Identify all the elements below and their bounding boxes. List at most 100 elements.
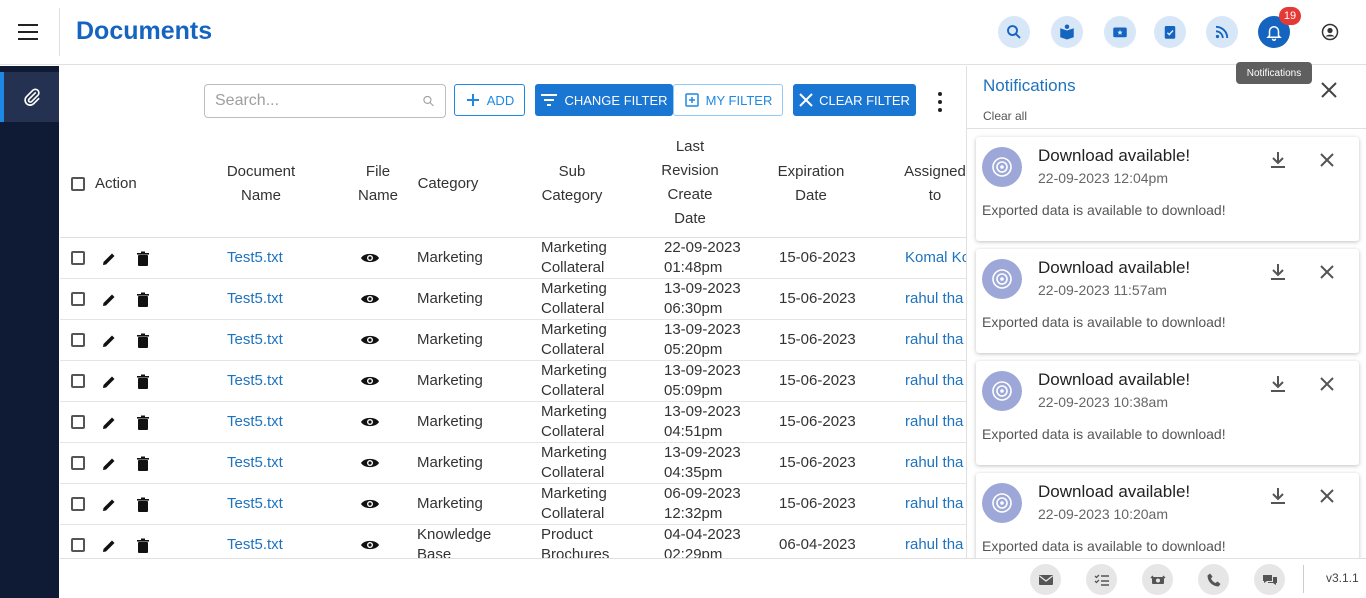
row-document-name[interactable]: Test5.txt: [227, 372, 283, 389]
row-last-revision-date: 13-09-2023 04:35pm: [664, 444, 741, 481]
header-last-revision-date[interactable]: Last Revision Create Date: [650, 135, 730, 231]
row-assigned-to[interactable]: rahul tha: [905, 495, 963, 512]
header-document-name[interactable]: Document Name: [205, 160, 317, 208]
close-icon[interactable]: [1317, 374, 1337, 394]
view-file-icon[interactable]: [359, 495, 381, 513]
header-sub-category[interactable]: Sub Category: [530, 160, 614, 208]
row-document-name[interactable]: Test5.txt: [227, 331, 283, 348]
table-row[interactable]: Test5.txt Marketing Marketing Collateral …: [60, 361, 966, 402]
edit-icon[interactable]: [100, 414, 118, 432]
row-checkbox[interactable]: [71, 538, 85, 552]
view-file-icon[interactable]: [359, 536, 381, 554]
add-button[interactable]: ADD: [454, 84, 525, 116]
menu-icon[interactable]: [18, 24, 38, 40]
account-icon[interactable]: [1314, 16, 1346, 48]
header-assigned-to[interactable]: Assigned to: [900, 160, 966, 208]
delete-icon[interactable]: [134, 373, 152, 391]
notification-card[interactable]: Download available! 22-09-2023 11:57am E…: [976, 249, 1359, 353]
header-category[interactable]: Category: [412, 172, 484, 196]
table-row[interactable]: Test5.txt Marketing Marketing Collateral …: [60, 320, 966, 361]
view-file-icon[interactable]: [359, 413, 381, 431]
email-icon[interactable]: [1030, 564, 1061, 595]
change-filter-button[interactable]: CHANGE FILTER: [535, 84, 673, 116]
notification-card[interactable]: Download available! 22-09-2023 10:20am E…: [976, 473, 1359, 558]
notification-card[interactable]: Download available! 22-09-2023 12:04pm E…: [976, 137, 1359, 241]
close-icon[interactable]: [1317, 150, 1337, 170]
header-expiration-date[interactable]: Expiration Date: [771, 160, 851, 208]
view-file-icon[interactable]: [359, 331, 381, 349]
edit-icon[interactable]: [100, 291, 118, 309]
edit-icon[interactable]: [100, 332, 118, 350]
row-checkbox[interactable]: [71, 251, 85, 265]
delete-icon[interactable]: [134, 537, 152, 555]
table-row[interactable]: Test5.txt Knowledge Base Product Brochures…: [60, 525, 966, 558]
row-checkbox[interactable]: [71, 456, 85, 470]
view-file-icon[interactable]: [359, 372, 381, 390]
search-icon[interactable]: [998, 16, 1030, 48]
close-icon[interactable]: [1317, 262, 1337, 282]
download-icon[interactable]: [1268, 374, 1288, 394]
row-assigned-to[interactable]: rahul tha: [905, 413, 963, 430]
view-file-icon[interactable]: [359, 249, 381, 267]
notification-card[interactable]: Download available! 22-09-2023 10:38am E…: [976, 361, 1359, 465]
delete-icon[interactable]: [134, 496, 152, 514]
table-row[interactable]: Test5.txt Marketing Marketing Collateral …: [60, 443, 966, 484]
row-document-name[interactable]: Test5.txt: [227, 454, 283, 471]
row-assigned-to[interactable]: rahul tha: [905, 536, 963, 553]
download-icon[interactable]: [1268, 262, 1288, 282]
phone-icon[interactable]: [1198, 564, 1229, 595]
row-checkbox[interactable]: [71, 497, 85, 511]
meeting-icon[interactable]: [1142, 564, 1173, 595]
clear-filter-button[interactable]: CLEAR FILTER: [793, 84, 916, 116]
table-row[interactable]: Test5.txt Marketing Marketing Collateral …: [60, 484, 966, 525]
row-checkbox[interactable]: [71, 374, 85, 388]
chat-icon[interactable]: [1254, 564, 1285, 595]
row-checkbox[interactable]: [71, 415, 85, 429]
table-row[interactable]: Test5.txt Marketing Marketing Collateral …: [60, 238, 966, 279]
close-icon[interactable]: [1317, 486, 1337, 506]
delete-icon[interactable]: [134, 332, 152, 350]
search-icon[interactable]: [422, 91, 435, 111]
book-icon[interactable]: [1051, 16, 1083, 48]
close-icon[interactable]: [1319, 80, 1339, 100]
download-icon[interactable]: [1268, 150, 1288, 170]
edit-icon[interactable]: [100, 455, 118, 473]
checklist-icon[interactable]: [1086, 564, 1117, 595]
delete-icon[interactable]: [134, 291, 152, 309]
ticket-icon[interactable]: [1104, 16, 1136, 48]
rss-icon[interactable]: [1206, 16, 1238, 48]
edit-icon[interactable]: [100, 250, 118, 268]
row-document-name[interactable]: Test5.txt: [227, 249, 283, 266]
edit-icon[interactable]: [100, 537, 118, 555]
view-file-icon[interactable]: [359, 290, 381, 308]
delete-icon[interactable]: [134, 250, 152, 268]
checklist-icon[interactable]: [1154, 16, 1186, 48]
edit-icon[interactable]: [100, 496, 118, 514]
header-file-name[interactable]: File Name: [350, 160, 406, 208]
delete-icon[interactable]: [134, 455, 152, 473]
row-assigned-to[interactable]: rahul tha: [905, 290, 963, 307]
clear-all-link[interactable]: Clear all: [983, 109, 1027, 123]
row-document-name[interactable]: Test5.txt: [227, 290, 283, 307]
row-document-name[interactable]: Test5.txt: [227, 495, 283, 512]
more-options-icon[interactable]: [930, 92, 950, 112]
change-filter-label: CHANGE FILTER: [564, 92, 668, 108]
row-assigned-to[interactable]: rahul tha: [905, 331, 963, 348]
download-icon[interactable]: [1268, 486, 1288, 506]
row-assigned-to[interactable]: rahul tha: [905, 454, 963, 471]
row-document-name[interactable]: Test5.txt: [227, 536, 283, 553]
view-file-icon[interactable]: [359, 454, 381, 472]
row-checkbox[interactable]: [71, 333, 85, 347]
row-assigned-to[interactable]: rahul tha: [905, 372, 963, 389]
edit-icon[interactable]: [100, 373, 118, 391]
delete-icon[interactable]: [134, 414, 152, 432]
table-row[interactable]: Test5.txt Marketing Marketing Collateral …: [60, 402, 966, 443]
row-document-name[interactable]: Test5.txt: [227, 413, 283, 430]
table-row[interactable]: Test5.txt Marketing Marketing Collateral …: [60, 279, 966, 320]
sidebar-item-documents[interactable]: [0, 72, 59, 122]
row-assigned-to[interactable]: Komal Ko: [905, 249, 966, 266]
select-all-checkbox[interactable]: [71, 177, 85, 191]
my-filter-button[interactable]: MY FILTER: [673, 84, 783, 116]
row-checkbox[interactable]: [71, 292, 85, 306]
search-input[interactable]: [215, 92, 422, 110]
